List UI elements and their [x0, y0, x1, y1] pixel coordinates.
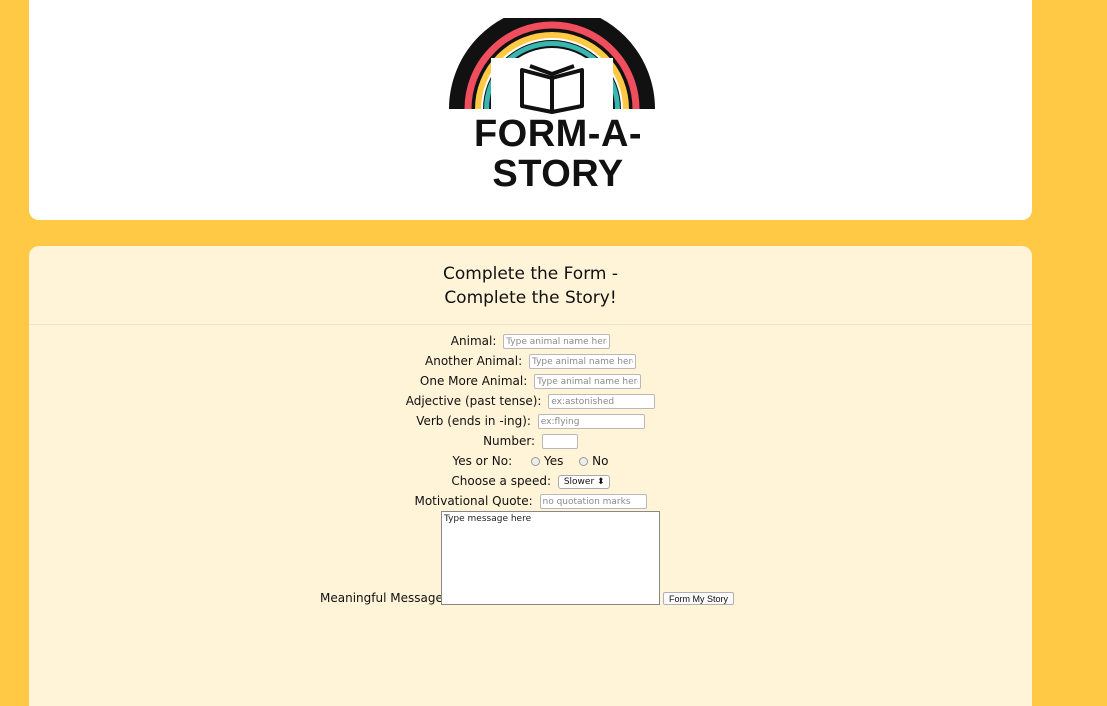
verb-row: Verb (ends in -ing): [29, 411, 1032, 431]
one-more-animal-input[interactable] [534, 374, 642, 389]
verb-input[interactable] [537, 414, 645, 429]
animal-row: Animal: [29, 331, 1032, 351]
header-card: FORM-A-STORY [29, 0, 1032, 220]
message-label: Meaningful Message: [320, 591, 447, 605]
yes-radio-label[interactable]: Yes [544, 454, 563, 468]
speed-select[interactable]: Slower ⬍ [557, 474, 610, 489]
verb-label: Verb (ends in -ing): [416, 414, 531, 428]
speed-label: Choose a speed: [451, 474, 551, 488]
quote-input[interactable] [539, 494, 647, 509]
yes-no-label: Yes or No: [452, 454, 513, 468]
adjective-row: Adjective (past tense): [29, 391, 1032, 411]
another-animal-label: Another Animal: [425, 354, 523, 368]
logo-text: FORM-A-STORY [473, 113, 643, 195]
message-textarea[interactable]: Type message here [441, 511, 660, 605]
form-title: Complete the Form - Complete the Story! [29, 262, 1032, 310]
quote-row: Motivational Quote: [29, 491, 1032, 511]
adjective-input[interactable] [548, 394, 656, 409]
yes-radio[interactable] [530, 457, 540, 466]
another-animal-input[interactable] [529, 354, 636, 369]
another-animal-row: Another Animal: [29, 351, 1032, 371]
speed-selected: Slower [563, 476, 595, 487]
number-row: Number: [29, 431, 1032, 451]
adjective-label: Adjective (past tense): [405, 394, 542, 408]
yes-no-row: Yes or No: Yes No [29, 451, 1032, 471]
number-input[interactable] [541, 434, 578, 449]
divider [29, 324, 1032, 325]
number-label: Number: [483, 434, 536, 448]
story-form: Complete the Form - Complete the Story! … [29, 246, 1032, 706]
no-radio-label[interactable]: No [592, 454, 608, 468]
form-title-line1: Complete the Form - [443, 264, 618, 284]
no-radio[interactable] [579, 457, 589, 466]
select-arrows-icon: ⬍ [597, 476, 605, 487]
speed-row: Choose a speed: Slower ⬍ [29, 471, 1032, 491]
rainbow-book-icon [449, 18, 655, 114]
quote-label: Motivational Quote: [414, 494, 533, 508]
form-my-story-button[interactable]: Form My Story [663, 592, 735, 605]
one-more-animal-label: One More Animal: [419, 374, 528, 388]
one-more-animal-row: One More Animal: [29, 371, 1032, 391]
form-a-story-logo: FORM-A-STORY [412, 18, 704, 194]
animal-input[interactable] [503, 334, 611, 349]
form-title-line2: Complete the Story! [444, 288, 617, 308]
animal-label: Animal: [450, 334, 497, 348]
